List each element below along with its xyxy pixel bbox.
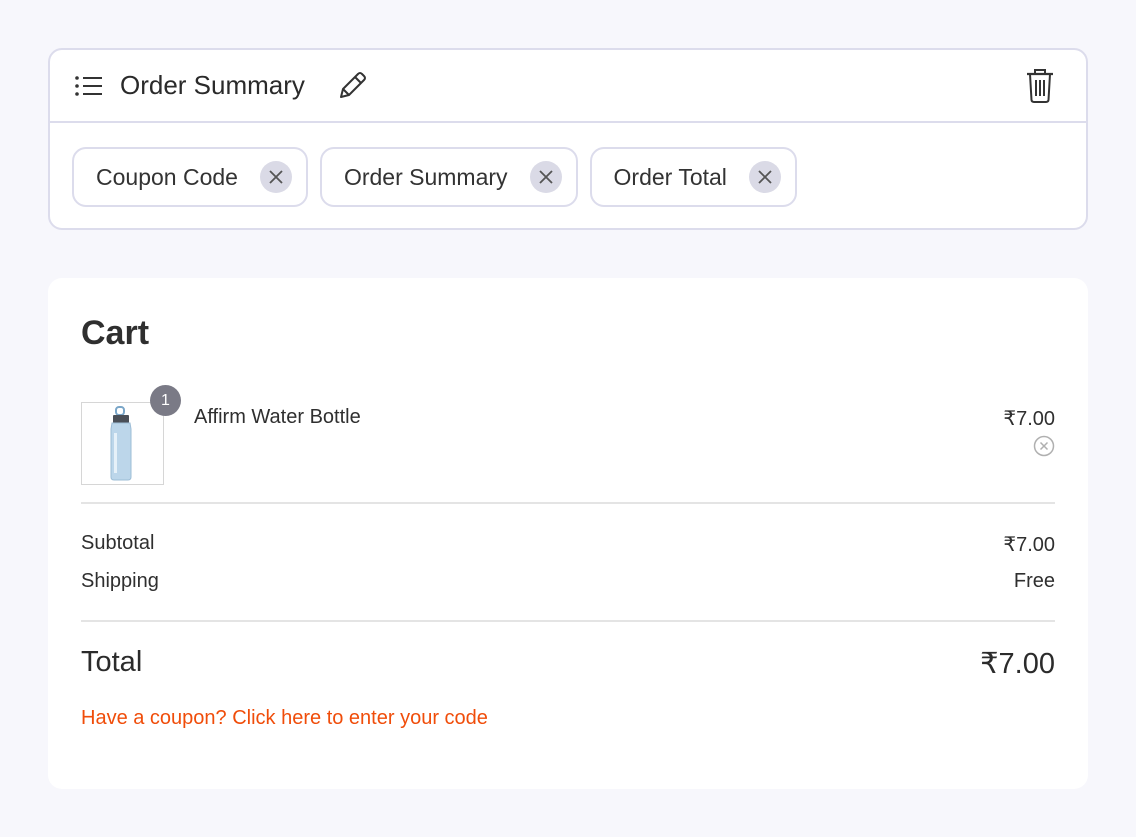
chip-order-summary[interactable]: Order Summary [319,147,578,207]
chip-label: Order Summary [343,163,508,190]
divider [81,502,1055,504]
subtotal-row: Subtotal ₹7.00 [81,532,1055,557]
divider [81,620,1055,622]
quantity-badge: 1 [150,385,181,416]
subtotal-value: ₹7.00 [1003,534,1055,556]
total-label: Total [81,646,143,678]
chip-coupon-code[interactable]: Coupon Code [72,147,308,207]
total-row: Total ₹7.00 [81,646,1055,681]
remove-circle-icon[interactable] [1033,435,1055,457]
item-price: ₹7.00 [1003,408,1055,430]
shipping-row: Shipping Free [81,570,1055,593]
water-bottle-image [81,402,164,485]
cart-title: Cart [81,314,150,352]
coupon-link[interactable]: Have a coupon? Click here to enter your … [81,707,488,730]
close-icon[interactable] [259,161,292,193]
shipping-value: Free [1013,570,1055,592]
chip-order-total[interactable]: Order Total [589,147,797,207]
chip-label: Coupon Code [96,163,238,190]
close-icon[interactable] [748,161,781,193]
subtotal-label: Subtotal [81,532,155,554]
cart-card: Cart 1 Affirm Water Bottle ₹7.00 Subtota… [48,278,1088,789]
total-value: ₹7.00 [980,648,1055,680]
trash-icon[interactable] [1024,68,1056,104]
close-icon[interactable] [529,161,562,193]
shipping-label: Shipping [81,570,159,592]
panel-header: Order Summary [50,50,1086,123]
chip-label: Order Total [613,163,727,190]
block-panel: Order Summary Coupon Code Order Summary … [48,48,1088,230]
pencil-icon[interactable] [335,69,369,103]
list-icon[interactable] [74,74,104,98]
block-chip-list: Coupon Code Order Summary Order Total [50,123,1086,207]
item-name: Affirm Water Bottle [194,406,361,428]
panel-title: Order Summary [120,70,305,100]
